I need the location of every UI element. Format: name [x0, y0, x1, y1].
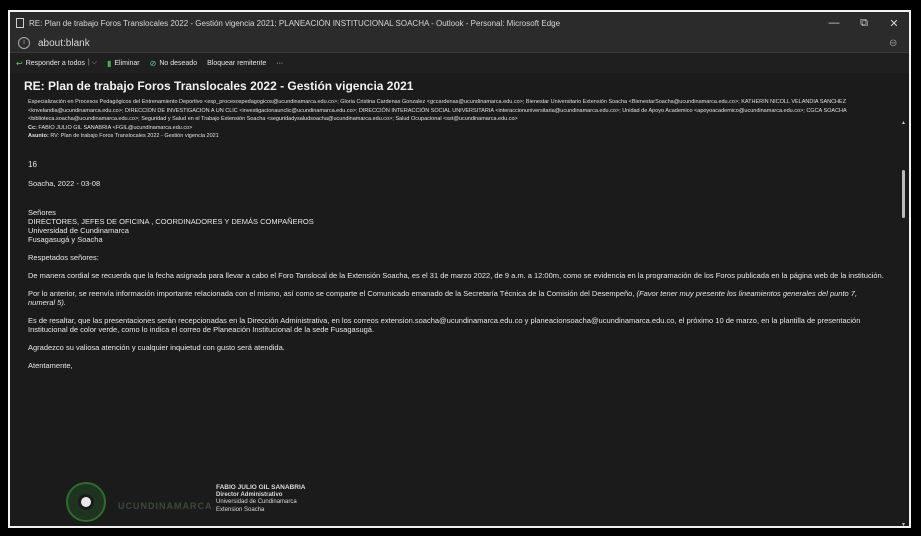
block-sender-label: Bloquear remitente	[207, 59, 267, 67]
trash-icon: ▮	[106, 58, 112, 68]
email-signature: UCUNDINAMARCA FABIO JULIO GIL SANABRIA D…	[66, 452, 366, 526]
reply-all-button[interactable]: ↩ Responder a todos | ⌵	[16, 59, 97, 68]
block-circle-icon: ⊘	[149, 58, 157, 68]
scrollbar-thumb[interactable]	[902, 170, 905, 218]
paragraph-3: Es de resaltar, que las presentaciones s…	[28, 315, 861, 334]
paragraph-2-text: Por lo anterior, se reenvía información …	[28, 288, 635, 298]
window-title: RE: Plan de trabajo Foros Translocales 2…	[29, 18, 561, 28]
cc-line: Cc: FABIO JULIO GIL SANABRIA <FGIL@ucund…	[28, 124, 888, 133]
forwarded-header: Especialización en Procesos Pedagógicos …	[28, 98, 888, 141]
mail-toolbar: ↩ Responder a todos | ⌵ ▮ Eliminar ⊘ No …	[10, 53, 909, 73]
zoom-out-icon[interactable]: ⊖	[889, 38, 909, 49]
document-icon	[16, 18, 24, 28]
block-sender-button[interactable]: Bloquear remitente	[207, 60, 266, 67]
addressee-line-3: Universidad de Cundinamarca	[28, 225, 129, 235]
signature-org: Universidad de Cundinamarca	[216, 499, 297, 505]
close-button[interactable]: ✕	[879, 17, 909, 30]
delete-button[interactable]: ▮ Eliminar	[107, 59, 140, 68]
closing: Atentamente,	[28, 360, 73, 370]
delete-label: Eliminar	[114, 59, 140, 67]
scroll-up-arrow-icon[interactable]: ▲	[901, 120, 906, 126]
title-bar: RE: Plan de trabajo Foros Translocales 2…	[10, 12, 909, 34]
minimize-button[interactable]: —	[819, 17, 849, 30]
window-controls: — ⧉ ✕	[819, 17, 909, 30]
signature-text: FABIO JULIO GIL SANABRIA Director Admini…	[216, 484, 305, 514]
body-date: Soacha, 2022 - 03-08	[28, 178, 101, 188]
signature-role: Director Administrativo	[216, 491, 283, 498]
subject-line: Asunto: RV: Plan de trabajo Foros Transl…	[28, 132, 888, 141]
message-body: 16 Soacha, 2022 - 03-08 Señores DIRECTOR…	[28, 141, 884, 370]
cc-label: Cc:	[28, 124, 37, 131]
brand-wordmark: UCUNDINAMARCA	[118, 501, 213, 511]
subject-label: Asunto:	[28, 133, 49, 139]
reply-dropdown-chevron[interactable]: | ⌵	[88, 59, 97, 67]
edge-window: RE: Plan de trabajo Foros Translocales 2…	[8, 10, 911, 528]
address-bar: i about:blank ⊖	[10, 34, 909, 53]
paragraph-4: Agradezco su valiosa atención y cualquie…	[28, 342, 285, 352]
addressee-line-1: Señores	[28, 207, 56, 217]
addressee-line-4: Fusagasugá y Soacha	[28, 234, 103, 244]
addressee-line-2: DIRECTORES, JEFES DE OFICINA , COORDINAD…	[28, 216, 314, 226]
url-text[interactable]: about:blank	[38, 38, 889, 49]
more-icon: ···	[276, 59, 284, 67]
junk-button[interactable]: ⊘ No deseado	[150, 59, 197, 68]
more-actions-button[interactable]: ···	[276, 60, 283, 67]
university-logo-icon	[66, 482, 106, 522]
info-icon[interactable]: i	[18, 37, 30, 49]
reply-all-label: Responder a todos	[25, 59, 85, 67]
subject-value: RV: Plan de trabajo Foros Translocales 2…	[50, 133, 219, 139]
scroll-down-arrow-icon[interactable]: ▼	[901, 522, 906, 526]
reply-all-icon: ↩	[16, 58, 23, 68]
greeting: Respetados señores:	[28, 252, 99, 262]
message-subject: RE: Plan de trabajo Foros Translocales 2…	[24, 79, 414, 93]
vertical-scrollbar[interactable]: ▲ ▼	[901, 120, 907, 526]
paragraph-2: Por lo anterior, se reenvía información …	[28, 289, 884, 307]
signature-unit: Extension Soacha	[216, 506, 265, 513]
junk-label: No deseado	[159, 59, 198, 67]
restore-button[interactable]: ⧉	[849, 17, 879, 30]
paragraph-1: De manera cordial se recuerda que la fec…	[28, 270, 884, 280]
body-number: 16	[28, 159, 37, 169]
signature-name: FABIO JULIO GIL SANABRIA	[216, 484, 306, 491]
recipients-text: Especialización en Procesos Pedagógicos …	[28, 99, 847, 122]
cc-value: FABIO JULIO GIL SANABRIA <FGIL@ucundinam…	[38, 124, 193, 131]
